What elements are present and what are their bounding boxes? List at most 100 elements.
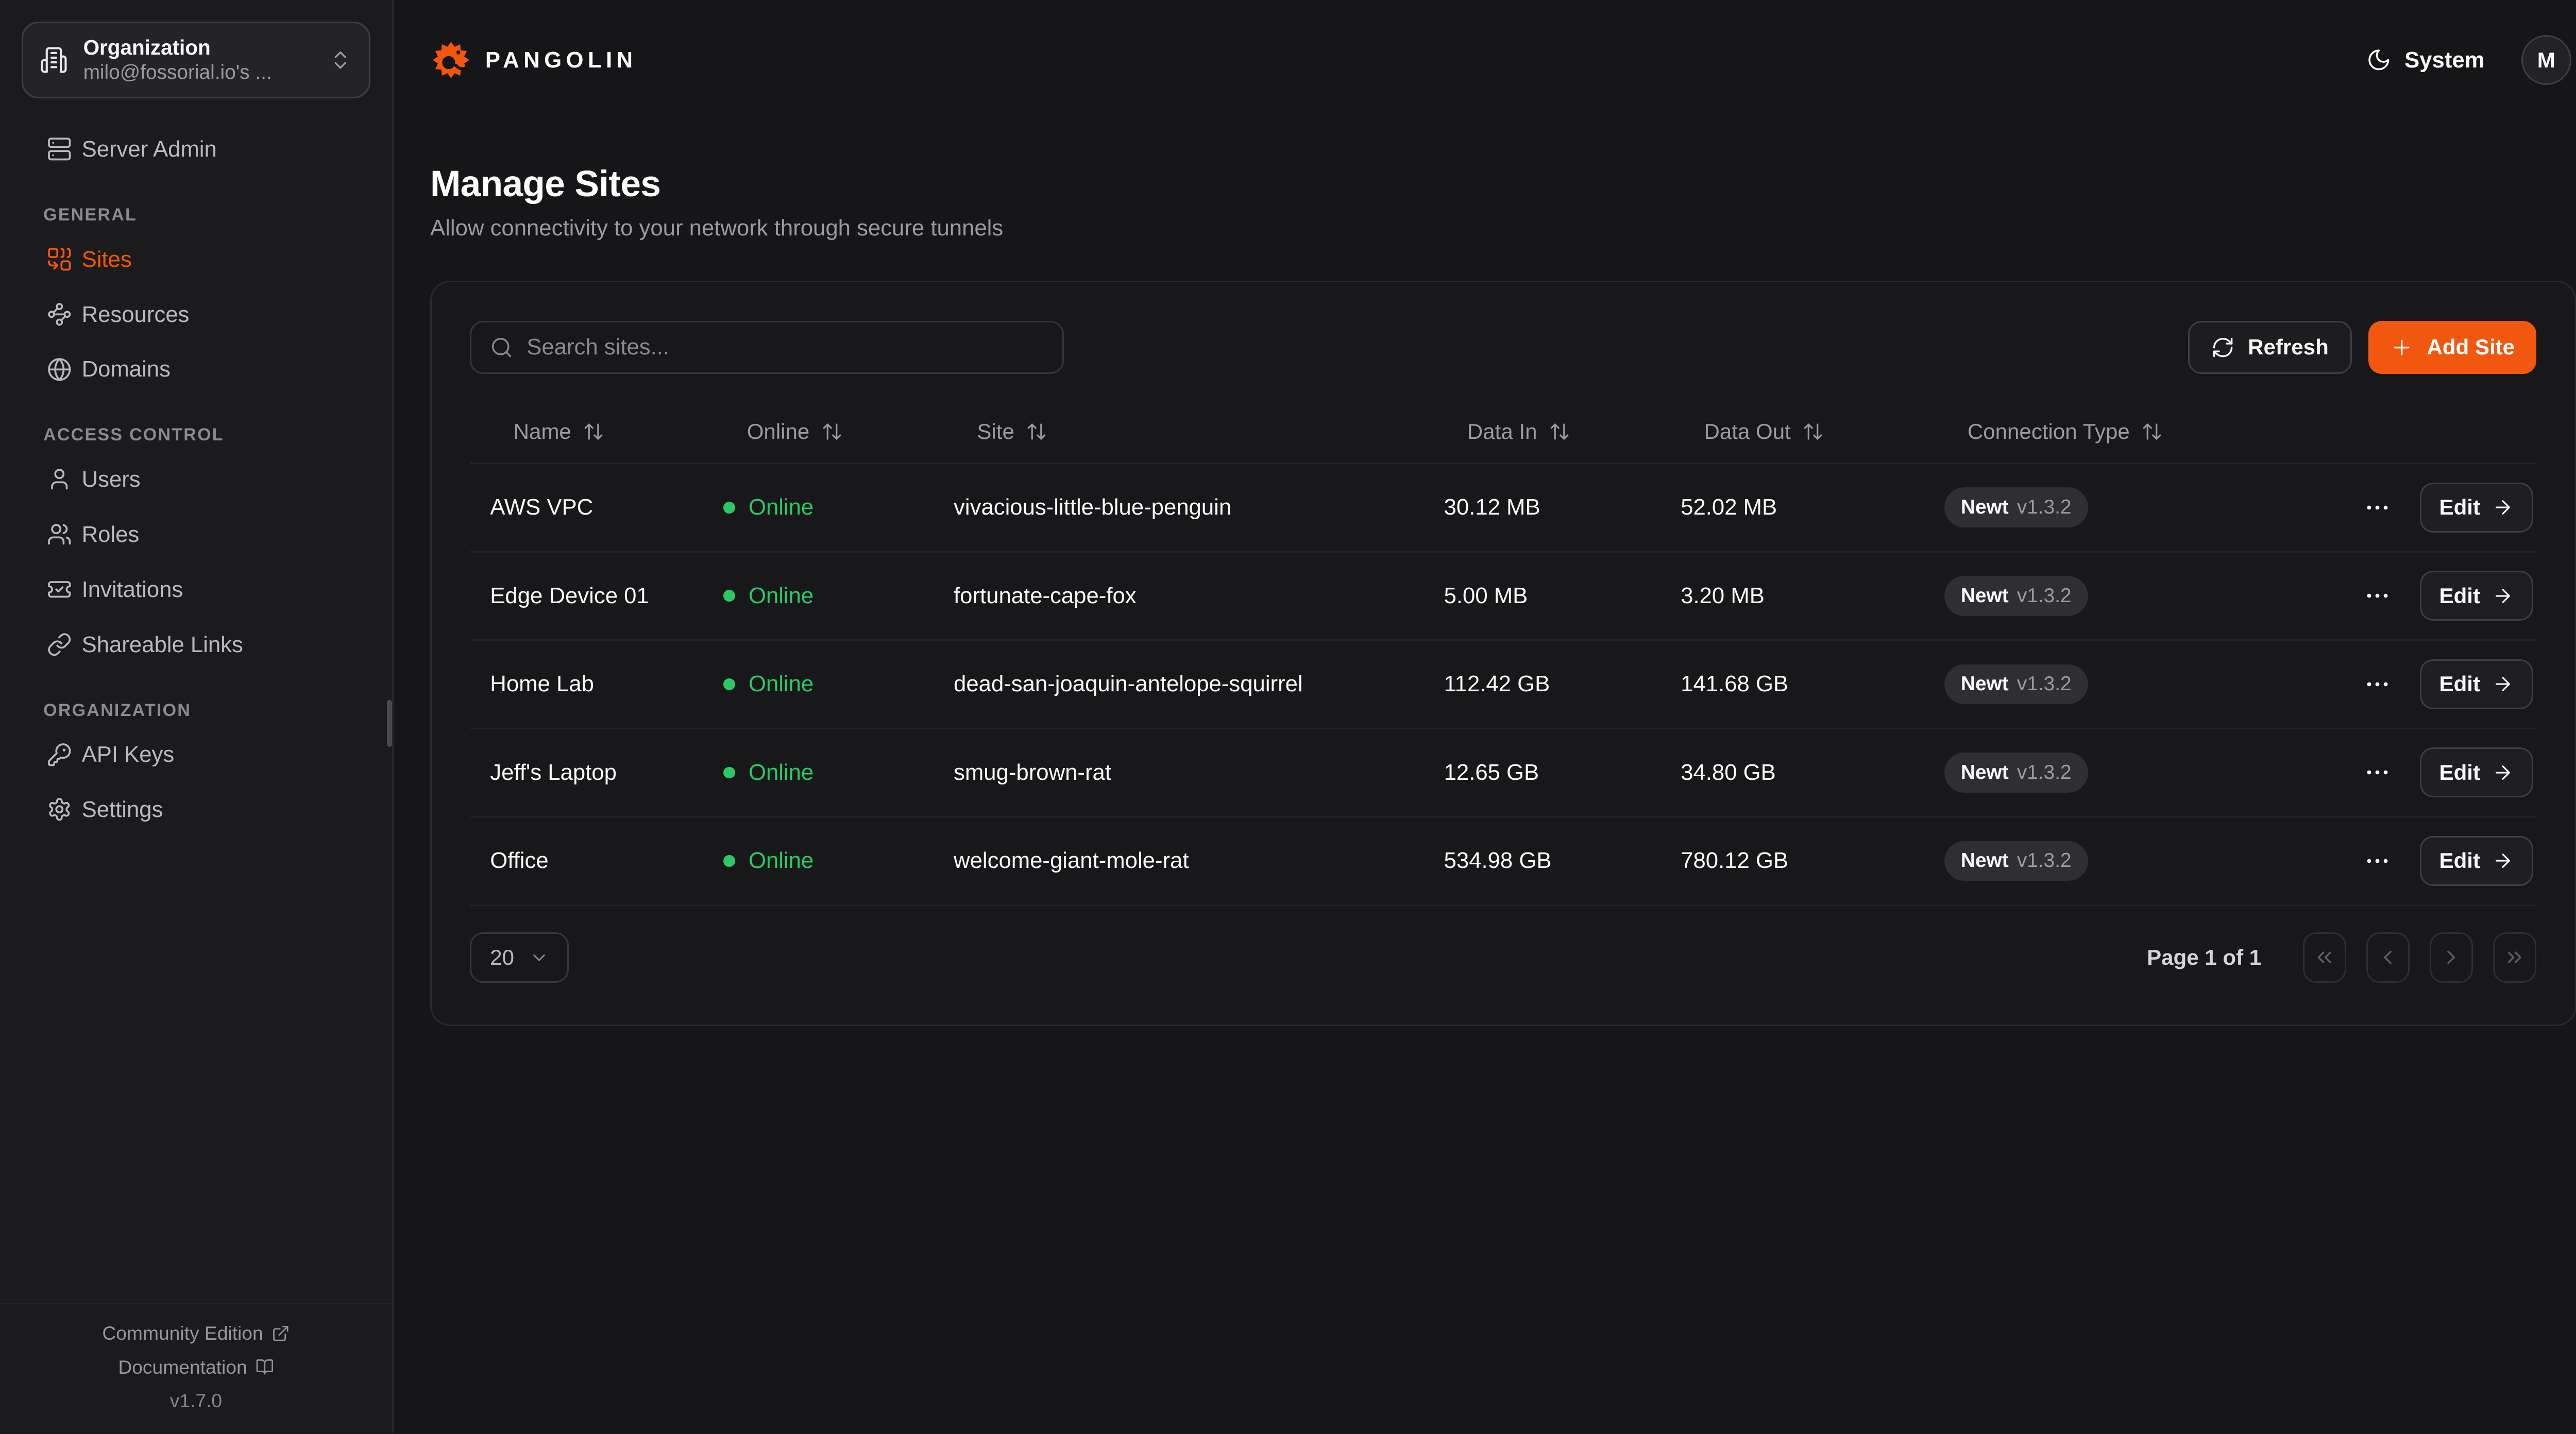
refresh-button[interactable]: Refresh	[2188, 321, 2352, 374]
row-menu-button[interactable]	[2363, 670, 2392, 698]
row-menu-button[interactable]	[2363, 582, 2392, 610]
online-status-cell: Online	[704, 494, 934, 520]
edit-button[interactable]: Edit	[2420, 483, 2533, 533]
table-row: Edge Device 01 Online fortunate-cape-fox…	[470, 553, 2536, 641]
table-row: Office Online welcome-giant-mole-rat 534…	[470, 817, 2536, 906]
sidebar-item-label: Settings	[82, 795, 163, 824]
toolbar: Refresh Add Site	[470, 321, 2536, 374]
connection-badge: Newt v1.3.2	[1944, 664, 2088, 705]
connection-badge: Newt v1.3.2	[1944, 576, 2088, 616]
first-page-button[interactable]	[2303, 932, 2346, 982]
data-out-cell: 52.02 MB	[1660, 494, 1924, 520]
next-page-button[interactable]	[2430, 932, 2473, 982]
table-row: AWS VPC Online vivacious-little-blue-pen…	[470, 464, 2536, 553]
column-header[interactable]: Online	[704, 419, 934, 444]
edit-button[interactable]: Edit	[2420, 747, 2533, 797]
sidebar-item-invitations[interactable]: Invitations	[22, 562, 370, 617]
theme-label: System	[2404, 47, 2484, 73]
connection-badge: Newt v1.3.2	[1944, 841, 2088, 881]
status-dot-icon	[723, 502, 735, 514]
sidebar-item-roles[interactable]: Roles	[22, 507, 370, 562]
site-name-cell: AWS VPC	[470, 494, 703, 520]
chevrons-left-icon	[2313, 946, 2336, 969]
theme-toggle-button[interactable]: System	[2366, 47, 2485, 73]
arrow-right-icon	[2492, 762, 2514, 783]
sidebar-footer: Community Edition Documentation v1.7.0	[0, 1303, 392, 1434]
page-subtitle: Allow connectivity to your network throu…	[430, 215, 2576, 241]
sort-icon	[2141, 421, 2163, 442]
documentation-link[interactable]: Documentation	[118, 1356, 274, 1378]
chevrons-up-down-icon	[329, 48, 352, 72]
sidebar: Organization milo@fossorial.io's ... Ser…	[0, 0, 394, 1433]
main-area: PANGOLIN System M Manage Sites Allow con…	[394, 0, 2576, 1433]
arrow-right-icon	[2492, 497, 2514, 518]
site-id-cell: welcome-giant-mole-rat	[934, 848, 1424, 874]
community-edition-link[interactable]: Community Edition	[102, 1322, 290, 1344]
row-menu-button[interactable]	[2363, 758, 2392, 787]
column-header[interactable]: Data Out	[1660, 419, 1924, 444]
data-in-cell: 30.12 MB	[1424, 494, 1661, 520]
avatar[interactable]: M	[2521, 35, 2571, 85]
previous-page-button[interactable]	[2366, 932, 2410, 982]
brand: PANGOLIN	[430, 39, 637, 81]
external-link-icon	[272, 1324, 290, 1343]
last-page-button[interactable]	[2493, 932, 2536, 982]
plus-icon	[2390, 336, 2413, 359]
refresh-icon	[2211, 336, 2234, 359]
data-out-cell: 141.68 GB	[1660, 671, 1924, 697]
topbar: PANGOLIN System M	[394, 0, 2576, 120]
sidebar-item-settings[interactable]: Settings	[22, 782, 370, 837]
online-status-cell: Online	[704, 848, 934, 874]
sites-card: Refresh Add Site Name Online Site Da	[430, 281, 2576, 1026]
site-id-cell: smug-brown-rat	[934, 760, 1424, 786]
column-header[interactable]: Site	[934, 419, 1424, 444]
add-site-button[interactable]: Add Site	[2368, 321, 2536, 374]
column-header[interactable]: Connection Type	[1924, 419, 2308, 444]
invitation-icon	[47, 577, 72, 602]
column-header[interactable]: Name	[470, 419, 703, 444]
user-icon	[47, 467, 72, 492]
site-id-cell: fortunate-cape-fox	[934, 583, 1424, 609]
sidebar-item-server-admin[interactable]: Server Admin	[22, 122, 370, 177]
org-selector[interactable]: Organization milo@fossorial.io's ...	[22, 22, 370, 98]
page-size-select[interactable]: 20	[470, 932, 569, 982]
status-dot-icon	[723, 767, 735, 779]
pangolin-logo-icon	[430, 39, 472, 81]
sort-icon	[1026, 421, 1047, 442]
site-id-cell: dead-san-joaquin-antelope-squirrel	[934, 671, 1424, 697]
sort-icon	[1549, 421, 1570, 442]
sort-icon	[821, 421, 843, 442]
search-input[interactable]	[527, 334, 1044, 360]
sidebar-item-label: Roles	[82, 520, 140, 549]
edit-button[interactable]: Edit	[2420, 836, 2533, 886]
data-in-cell: 5.00 MB	[1424, 583, 1661, 609]
online-status-cell: Online	[704, 760, 934, 786]
status-dot-icon	[723, 678, 735, 690]
connection-badge: Newt v1.3.2	[1944, 753, 2088, 793]
sidebar-item-resources[interactable]: Resources	[22, 287, 370, 342]
sidebar-item-shareable-links[interactable]: Shareable Links	[22, 617, 370, 672]
sort-icon	[1802, 421, 1824, 442]
chevrons-right-icon	[2503, 946, 2526, 969]
page-title: Manage Sites	[430, 163, 2576, 205]
row-menu-button[interactable]	[2363, 847, 2392, 875]
connection-badge: Newt v1.3.2	[1944, 487, 2088, 527]
sidebar-item-api-keys[interactable]: API Keys	[22, 727, 370, 782]
pagination: 20 Page 1 of 1	[470, 932, 2536, 982]
version-label: v1.7.0	[170, 1390, 222, 1412]
data-out-cell: 34.80 GB	[1660, 760, 1924, 786]
edit-button[interactable]: Edit	[2420, 571, 2533, 621]
table-header-row: Name Online Site Data In Data Out Connec…	[470, 401, 2536, 464]
users-icon	[47, 522, 72, 547]
row-menu-button[interactable]	[2363, 493, 2392, 522]
sidebar-item-sites[interactable]: Sites	[22, 232, 370, 287]
sidebar-item-domains[interactable]: Domains	[22, 342, 370, 397]
sidebar-item-label: Invitations	[82, 575, 183, 604]
online-status-cell: Online	[704, 583, 934, 609]
waypoints-icon	[47, 302, 72, 327]
edit-button[interactable]: Edit	[2420, 659, 2533, 709]
sidebar-item-users[interactable]: Users	[22, 452, 370, 507]
sidebar-scrollbar-thumb[interactable]	[387, 700, 392, 747]
content: Manage Sites Allow connectivity to your …	[394, 120, 2576, 1026]
column-header[interactable]: Data In	[1424, 419, 1661, 444]
